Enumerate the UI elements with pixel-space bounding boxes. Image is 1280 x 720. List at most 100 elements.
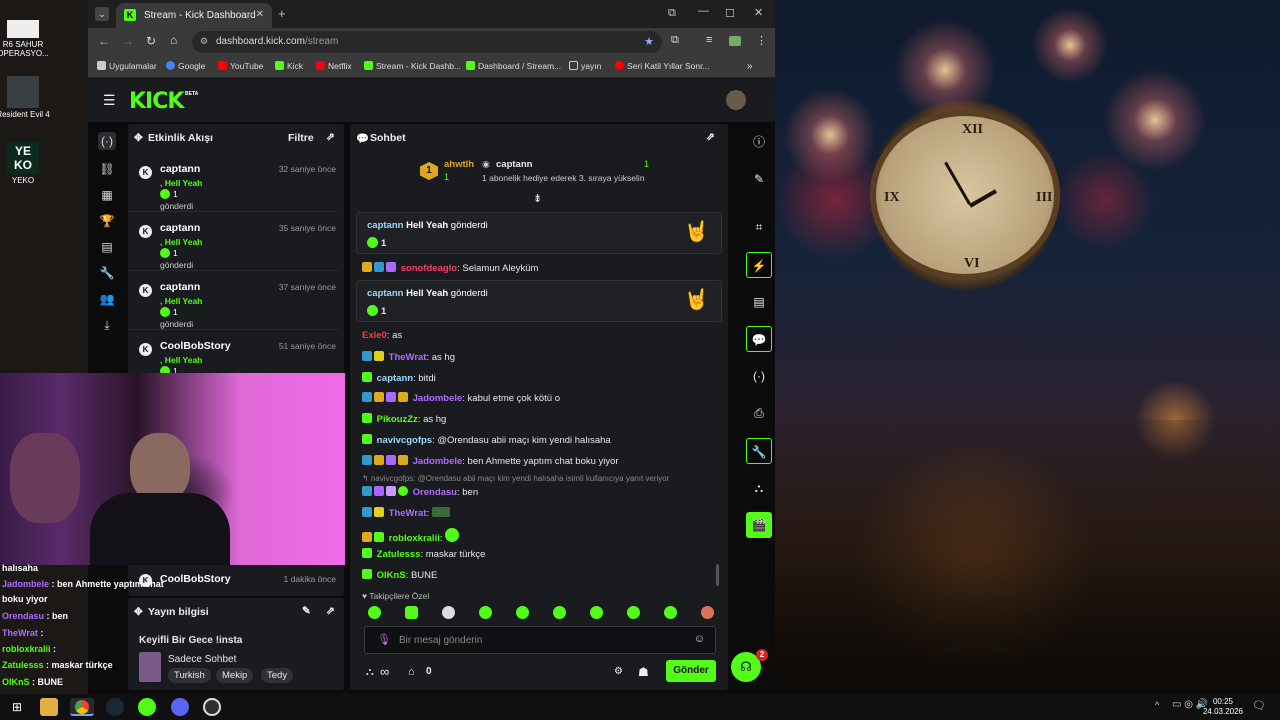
- notes-icon[interactable]: ▤: [746, 289, 772, 315]
- gift-leaderboard[interactable]: 1 ahwtlh 1 ◉ captann 1 1 abonelik hediye…: [420, 158, 660, 188]
- send-button[interactable]: Gönder: [666, 660, 716, 682]
- print-icon[interactable]: ⎙: [746, 400, 772, 426]
- reply-context[interactable]: ↰ navivcgofps: @Orendasu abii maçı kim y…: [362, 474, 669, 483]
- bookmark-item[interactable]: Google: [166, 61, 205, 71]
- desktop-icon[interactable]: R6 SAHUR OPERASYO...: [0, 20, 58, 58]
- stream-tag[interactable]: Turkish: [168, 668, 211, 683]
- chrome-taskbar-icon[interactable]: [70, 698, 94, 716]
- file-explorer-icon[interactable]: [40, 698, 58, 716]
- emote-icon[interactable]: [442, 606, 455, 619]
- discord-icon[interactable]: [171, 698, 189, 716]
- forward-icon[interactable]: →: [122, 34, 134, 48]
- wrench-icon[interactable]: 🔧: [98, 264, 116, 282]
- steam-icon[interactable]: [106, 698, 124, 716]
- lightning-icon[interactable]: ⚡: [746, 252, 772, 278]
- edit-icon[interactable]: ✎: [302, 605, 311, 617]
- bookmark-item[interactable]: Dashboard / Stream...: [466, 61, 561, 71]
- emote-icon[interactable]: [479, 606, 492, 619]
- drag-handle-icon[interactable]: ✥: [134, 606, 143, 618]
- avatar[interactable]: [726, 90, 746, 110]
- popout-icon[interactable]: ⇗: [326, 131, 335, 143]
- chat-username[interactable]: robloxkralii: [389, 533, 440, 544]
- bookmark-star-icon[interactable]: ★: [644, 35, 654, 48]
- home-icon[interactable]: ⌂: [170, 33, 177, 47]
- window-menu-icon[interactable]: ⧉: [668, 7, 676, 20]
- emote-icon[interactable]: [553, 606, 566, 619]
- chat-username[interactable]: Orendasu: [413, 487, 457, 498]
- analytics-icon[interactable]: ▦: [98, 186, 116, 204]
- chat-username[interactable]: OlKnS: [377, 570, 406, 581]
- obs-icon[interactable]: [203, 698, 221, 716]
- reload-icon[interactable]: ↻: [146, 34, 156, 48]
- clock-time[interactable]: 00:25: [1210, 697, 1236, 706]
- emote-icon[interactable]: [627, 606, 640, 619]
- browser-tab[interactable]: K Stream - Kick Dashboard ✕: [116, 3, 272, 28]
- users-icon[interactable]: 👥: [98, 290, 116, 308]
- emote-icon[interactable]: [405, 606, 418, 619]
- site-info-icon[interactable]: ⚙: [200, 36, 208, 47]
- kicks-icon[interactable]: ⛬: [366, 666, 374, 679]
- activity-event[interactable]: K captann 37 saniye önce , Hell Yeah 1 g…: [128, 272, 338, 330]
- new-tab-icon[interactable]: +: [278, 6, 286, 21]
- url-input[interactable]: ⚙ dashboard.kick.com/stream ★: [192, 31, 662, 53]
- profile-icon[interactable]: [729, 36, 741, 46]
- extensions-icon[interactable]: ⧉: [671, 34, 679, 47]
- stream-icon[interactable]: (·): [98, 132, 116, 150]
- emote-icon[interactable]: [516, 606, 529, 619]
- edit-icon[interactable]: ✎: [746, 166, 772, 192]
- wrench-icon[interactable]: 🔧: [746, 438, 772, 464]
- minimize-icon[interactable]: —: [698, 5, 709, 17]
- clip-icon[interactable]: ⌗: [746, 214, 772, 240]
- upload-icon[interactable]: ⤓: [98, 316, 116, 334]
- kick-bot-icon[interactable]: ☗: [638, 665, 649, 679]
- desktop-icon[interactable]: Resident Evil 4: [0, 76, 58, 119]
- chat-scrollbar[interactable]: [716, 564, 719, 586]
- gift-user[interactable]: captann: [367, 288, 403, 299]
- emote-icon[interactable]: [368, 606, 381, 619]
- bookmark-item[interactable]: Stream - Kick Dashb...: [364, 61, 461, 71]
- microphone-icon[interactable]: 🎙: [377, 633, 391, 646]
- stream-tag[interactable]: Mekip: [216, 668, 254, 683]
- emote-icon[interactable]: [664, 606, 677, 619]
- close-tab-icon[interactable]: ✕: [256, 9, 264, 20]
- clock-date[interactable]: 24.03.2026: [1200, 707, 1246, 716]
- close-window-icon[interactable]: ✕: [754, 6, 763, 19]
- tab-search-icon[interactable]: ⌄: [95, 7, 109, 21]
- notification-center-icon[interactable]: 🗨: [1252, 699, 1266, 712]
- chat-username[interactable]: sonofdeaglo: [401, 263, 457, 274]
- chat-username[interactable]: PikouzZz: [377, 414, 418, 425]
- chat-input[interactable]: 🎙 Bir mesaj gönderin ☺: [364, 626, 716, 654]
- filter-button[interactable]: Filtre: [288, 132, 314, 144]
- tray-chevron-icon[interactable]: ^: [1155, 700, 1159, 710]
- gift-user[interactable]: captann: [367, 220, 403, 231]
- chat-username[interactable]: Exle0: [362, 330, 387, 341]
- stream-tag[interactable]: Tedy: [261, 668, 294, 683]
- chat-username[interactable]: captann: [377, 373, 413, 384]
- link-icon[interactable]: ⛓: [98, 160, 116, 178]
- desktop-icon[interactable]: YE KO YEKO: [0, 142, 58, 185]
- emoji-icon[interactable]: ☺: [694, 633, 705, 645]
- bookmark-item[interactable]: Netflix: [316, 61, 352, 71]
- drag-handle-icon[interactable]: ✥: [134, 132, 143, 144]
- chat-username[interactable]: Jadombele: [413, 393, 463, 404]
- clapper-icon[interactable]: 🎬: [746, 512, 772, 538]
- chat-username[interactable]: TheWrat: [389, 508, 427, 519]
- chat-username[interactable]: Zatulesss: [377, 549, 421, 560]
- activity-event[interactable]: K captann 32 saniye önce , Hell Yeah 1 g…: [128, 154, 338, 212]
- store-icon[interactable]: ⌂: [408, 666, 415, 678]
- chat-username[interactable]: navivcgofps: [377, 435, 432, 446]
- bookmark-item[interactable]: Seri Katil Yıllar Sonr...: [615, 61, 710, 71]
- chat-username[interactable]: TheWrat: [389, 352, 427, 363]
- chat-toggle-icon[interactable]: 💬: [746, 326, 772, 352]
- info-icon[interactable]: ⓘ: [746, 129, 772, 155]
- kick-logo[interactable]: KICK: [129, 89, 184, 114]
- emote-icon[interactable]: [701, 606, 714, 619]
- more-bookmarks-icon[interactable]: »: [747, 61, 753, 72]
- bookmark-item[interactable]: Uygulamalar: [97, 61, 157, 71]
- settings-icon[interactable]: ⚙: [614, 666, 623, 677]
- media-icon[interactable]: ≡: [706, 34, 712, 46]
- back-icon[interactable]: ←: [98, 34, 110, 48]
- share-icon[interactable]: ⛬: [746, 475, 772, 501]
- activity-event[interactable]: K captann 35 saniye önce , Hell Yeah 1 g…: [128, 213, 338, 271]
- bookmark-item[interactable]: Kick: [275, 61, 303, 71]
